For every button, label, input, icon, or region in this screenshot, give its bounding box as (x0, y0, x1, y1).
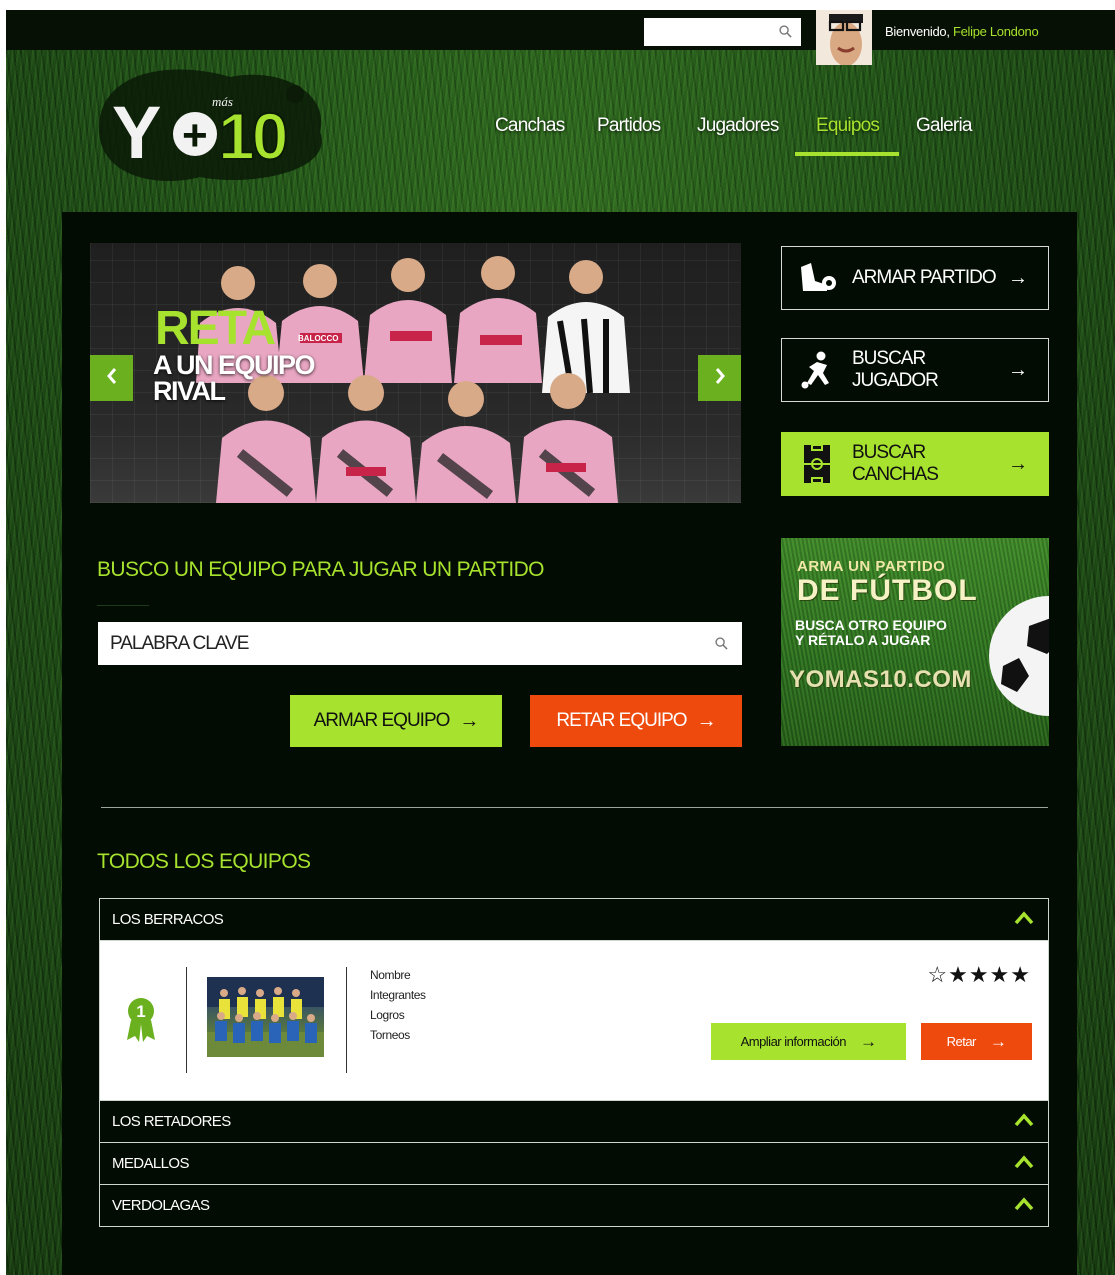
chevron-right-icon (714, 367, 726, 390)
slider-title-accent: RETA (155, 302, 276, 355)
welcome-label: Bienvenido, (885, 24, 950, 39)
logo-small-text: más (212, 94, 233, 109)
retar-label: Retar (946, 1034, 977, 1049)
teams-section-title: TODOS LOS EQUIPOS (97, 850, 311, 873)
chevron-up-icon[interactable] (1014, 1113, 1034, 1131)
search-section-title: BUSCO UN EQUIPO PARA JUGAR UN PARTIDO (97, 558, 544, 581)
header-search-input[interactable] (644, 18, 769, 46)
nav-active-underline (795, 152, 899, 156)
nav-item-equipos[interactable]: Equipos (816, 115, 880, 137)
arrow-right-icon: → (459, 709, 479, 732)
retar-equipo-button[interactable]: RETAR EQUIPO → (530, 695, 742, 747)
ad-line-2: DE FÚTBOL (797, 574, 978, 607)
chevron-up-icon[interactable] (1014, 911, 1034, 929)
header-search (644, 18, 801, 46)
keyword-search-input[interactable] (98, 622, 688, 665)
section-divider (101, 807, 1048, 808)
arrow-right-icon: → (1008, 358, 1028, 381)
ad-line-3a: BUSCA OTRO EQUIPO (795, 617, 947, 633)
team-info-list: Nombre Integrantes Logros Torneos (370, 965, 426, 1045)
info-logros: Logros (370, 1008, 405, 1022)
star-rating[interactable]: ☆★★★★ (927, 962, 1031, 988)
title-underline (97, 605, 149, 606)
info-torneos: Torneos (370, 1028, 410, 1042)
arrow-right-icon: → (859, 1031, 877, 1051)
main-nav: Canchas Partidos Jugadores Equipos Galer… (0, 115, 1115, 156)
armar-partido-label: ARMAR PARTIDO (852, 267, 997, 288)
chevron-up-icon[interactable] (1014, 1155, 1034, 1173)
separator-line (346, 967, 347, 1073)
accordion-header-verdolagas[interactable]: VERDOLAGAS (99, 1184, 1049, 1227)
rank-number: 1 (136, 1002, 145, 1021)
nav-item-galeria[interactable]: Galeria (916, 115, 972, 137)
chevron-left-icon (106, 367, 118, 390)
team-name: VERDOLAGAS (112, 1197, 210, 1214)
arrow-right-icon: → (696, 709, 717, 732)
slider-title-line1: A UN EQUIPO (153, 350, 316, 380)
slider-title: A UN EQUIPO RIVAL (153, 350, 353, 406)
ampliar-informacion-button[interactable]: Ampliar información → (711, 1023, 906, 1060)
ad-banner[interactable]: ARMA UN PARTIDO DE FÚTBOL BUSCA OTRO EQU… (781, 538, 1049, 746)
armar-equipo-label: ARMAR EQUIPO (313, 710, 451, 731)
ad-line-3: BUSCA OTRO EQUIPO Y RÉTALO A JUGAR (795, 618, 947, 648)
search-icon[interactable] (779, 25, 792, 43)
ad-line-3b: Y RÉTALO A JUGAR (795, 632, 931, 648)
rank-ribbon-icon: 1 (125, 996, 157, 1049)
ad-line-1: ARMA UN PARTIDO (797, 558, 946, 575)
team-photo[interactable] (207, 977, 324, 1057)
retar-equipo-label: RETAR EQUIPO (556, 710, 687, 731)
ampliar-informacion-label: Ampliar información (740, 1034, 847, 1049)
team-name: MEDALLOS (112, 1155, 190, 1172)
armar-equipo-button[interactable]: ARMAR EQUIPO → (290, 695, 502, 747)
slider-title-line2: RIVAL (153, 376, 226, 406)
separator-line (186, 967, 187, 1073)
retar-button[interactable]: Retar → (921, 1023, 1032, 1060)
nav-item-jugadores[interactable]: Jugadores (697, 115, 779, 137)
cleat-ball-icon (782, 261, 852, 295)
team-name: LOS RETADORES (112, 1113, 231, 1130)
user-name-link[interactable]: Felipe Londono (953, 24, 1039, 39)
soccer-ball-image (989, 596, 1049, 716)
nav-item-canchas[interactable]: Canchas (495, 115, 565, 137)
armar-partido-button[interactable]: ARMAR PARTIDO → (781, 246, 1049, 310)
player-kick-icon (782, 351, 852, 389)
buscar-jugador-button[interactable]: BUSCAR JUGADOR → (781, 338, 1049, 402)
buscar-canchas-button[interactable]: BUSCAR CANCHAS → (781, 432, 1049, 496)
search-icon[interactable] (715, 637, 728, 655)
arrow-right-icon: → (1008, 266, 1028, 289)
avatar[interactable] (816, 10, 872, 65)
arrow-right-icon: → (1008, 452, 1028, 475)
slider-prev-button[interactable] (90, 355, 133, 401)
keyword-search (98, 622, 742, 665)
arrow-right-icon: → (989, 1031, 1007, 1051)
accordion-header-los-retadores[interactable]: LOS RETADORES (99, 1100, 1049, 1143)
slider-next-button[interactable] (698, 355, 741, 401)
jersey-text: BALOCCO (298, 334, 338, 343)
ad-url: YOMAS10.COM (789, 666, 972, 693)
info-nombre: Nombre (370, 968, 411, 982)
info-integrantes: Integrantes (370, 988, 426, 1002)
accordion-header-los-berracos[interactable]: LOS BERRACOS (99, 898, 1049, 941)
accordion-header-medallos[interactable]: MEDALLOS (99, 1142, 1049, 1185)
chevron-up-icon[interactable] (1014, 1197, 1034, 1215)
buscar-jugador-label: BUSCAR JUGADOR (852, 348, 939, 391)
nav-item-partidos[interactable]: Partidos (597, 115, 661, 137)
welcome-message: Bienvenido, Felipe Londono (885, 24, 1039, 39)
buscar-canchas-label: BUSCAR CANCHAS (852, 442, 939, 485)
field-icon (782, 444, 852, 484)
team-name: LOS BERRACOS (112, 911, 224, 928)
accordion-body-los-berracos: 1 Nombre Integrantes Logros Torneos ☆★★★… (99, 941, 1049, 1100)
